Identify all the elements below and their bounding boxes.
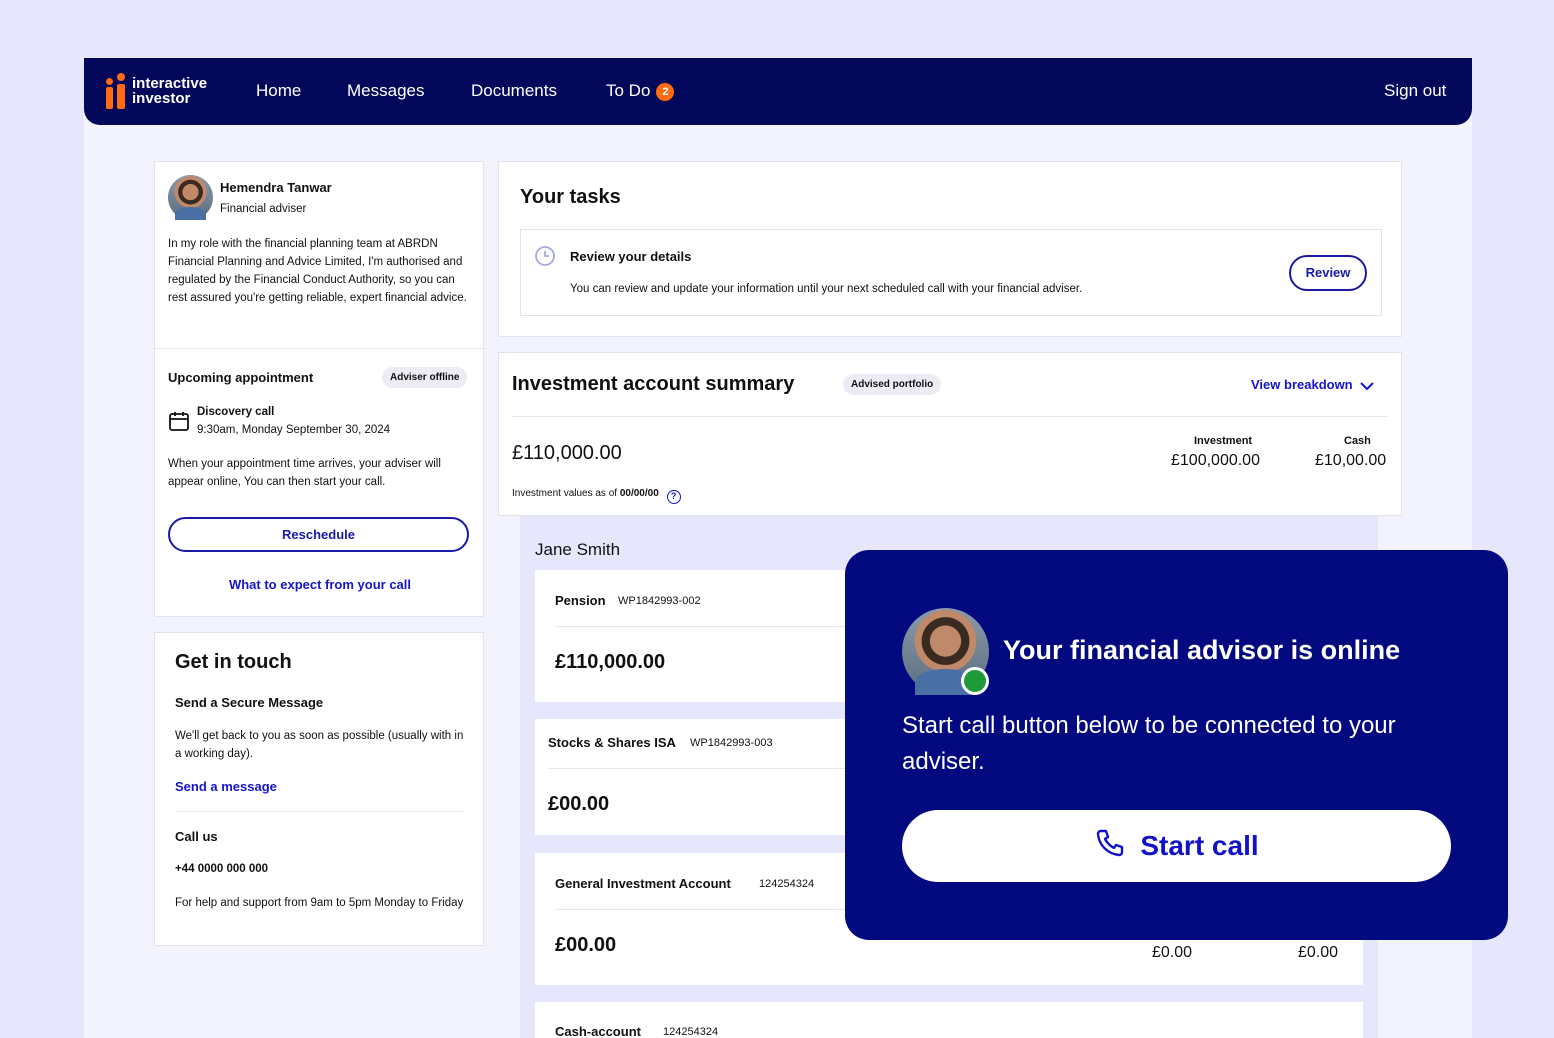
summary-heading: Investment account summary <box>512 373 795 395</box>
view-breakdown-label: View breakdown <box>1251 377 1353 392</box>
adviser-status-badge: Adviser offline <box>382 367 468 388</box>
account-name: Pension <box>555 593 606 608</box>
account-cash-value: £0.00 <box>1298 944 1339 961</box>
account-ref: WP1842993-002 <box>618 595 701 607</box>
what-to-expect-link[interactable]: What to expect from your call <box>155 577 485 592</box>
appointment-note: When your appointment time arrives, your… <box>168 458 441 488</box>
popup-text: Start call button below to be connected … <box>902 712 1396 775</box>
start-call-label: Start call <box>1140 830 1259 861</box>
help-icon[interactable]: ? <box>666 490 681 504</box>
nav-todo[interactable]: To Do 2 <box>606 81 675 101</box>
logo-text: interactive investor <box>132 75 208 107</box>
account-ref: 124254324 <box>663 1026 719 1038</box>
account-value: £00.00 <box>548 793 610 815</box>
investment-value: £100,000.00 <box>1171 452 1260 469</box>
sign-out-link[interactable]: Sign out <box>1384 81 1446 101</box>
phone-number[interactable]: +44 0000 000 000 <box>175 863 268 875</box>
review-button[interactable]: Review <box>1289 255 1367 291</box>
start-call-button[interactable]: Start call <box>902 810 1451 882</box>
adviser-card: Hemendra Tanwar Financial adviser In my … <box>154 161 485 617</box>
appointment-type: Discovery call <box>197 406 275 418</box>
account-ref: 124254324 <box>759 878 815 890</box>
clock-icon <box>534 245 556 272</box>
calendar-icon <box>168 410 190 437</box>
support-hours: For help and support from 9am to 5pm Mon… <box>175 897 464 909</box>
phone-icon <box>1094 827 1126 866</box>
account-name: General Investment Account <box>555 876 731 891</box>
logo-icon <box>104 73 128 109</box>
adviser-online-popup: Your financial advisor is online Start c… <box>845 550 1508 940</box>
secure-message-text: We'll get back to you as soon as possibl… <box>175 730 464 760</box>
popup-title: Your financial advisor is online <box>1003 635 1401 665</box>
values-note-text: Investment values as of <box>512 488 618 499</box>
values-note: Investment values as of 00/00/00 ? <box>512 488 681 504</box>
top-nav: interactive investor Home Messages Docum… <box>84 58 1472 125</box>
investment-label: Investment <box>1194 435 1253 447</box>
tasks-heading: Your tasks <box>520 186 621 208</box>
values-date: 00/00/00 <box>619 488 659 499</box>
task-title: Review your details <box>570 249 692 264</box>
call-us-heading: Call us <box>175 829 218 844</box>
account-owner-name: Jane Smith <box>535 540 621 559</box>
adviser-avatar <box>168 175 213 220</box>
get-in-touch-heading: Get in touch <box>175 651 292 673</box>
summary-total: £110,000.00 <box>512 442 622 464</box>
appointment-datetime: 9:30am, Monday September 30, 2024 <box>197 424 391 436</box>
account-card-cash[interactable]: Cash-account 124254324 <box>535 1002 1363 1038</box>
account-investment-value: £0.00 <box>1152 944 1193 961</box>
task-text: You can review and update your informati… <box>570 283 1083 295</box>
nav-documents[interactable]: Documents <box>471 81 557 101</box>
adviser-name: Hemendra Tanwar <box>220 180 332 195</box>
adviser-role: Financial adviser <box>220 203 307 215</box>
adviser-bio: In my role with the financial planning t… <box>168 238 467 304</box>
chevron-down-icon <box>1360 379 1374 394</box>
tasks-card: Your tasks Review your details You can r… <box>498 161 1402 337</box>
todo-count-badge: 2 <box>656 83 675 101</box>
online-status-indicator <box>961 667 989 695</box>
logo[interactable]: interactive investor <box>104 73 207 109</box>
investment-summary-card: Investment account summary Advised portf… <box>498 352 1402 516</box>
view-breakdown-link[interactable]: View breakdown <box>1251 377 1374 394</box>
reschedule-button[interactable]: Reschedule <box>168 517 469 552</box>
account-value: £00.00 <box>555 934 617 956</box>
nav-home[interactable]: Home <box>256 81 301 101</box>
task-item: Review your details You can review and u… <box>520 229 1382 316</box>
send-message-link[interactable]: Send a message <box>175 779 277 794</box>
secure-message-heading: Send a Secure Message <box>175 695 324 710</box>
cash-value: £10,00.00 <box>1315 452 1387 469</box>
account-name: Stocks & Shares ISA <box>548 735 676 750</box>
cash-label: Cash <box>1344 435 1371 447</box>
advised-portfolio-tag: Advised portfolio <box>843 374 942 395</box>
account-value: £110,000.00 <box>555 651 666 673</box>
get-in-touch-card: Get in touch Send a Secure Message We'll… <box>154 632 484 946</box>
account-ref: WP1842993-003 <box>690 737 773 749</box>
nav-messages[interactable]: Messages <box>347 81 424 101</box>
account-name: Cash-account <box>555 1024 641 1038</box>
appointment-heading: Upcoming appointment <box>168 370 314 385</box>
nav-todo-label: To Do <box>606 81 651 100</box>
